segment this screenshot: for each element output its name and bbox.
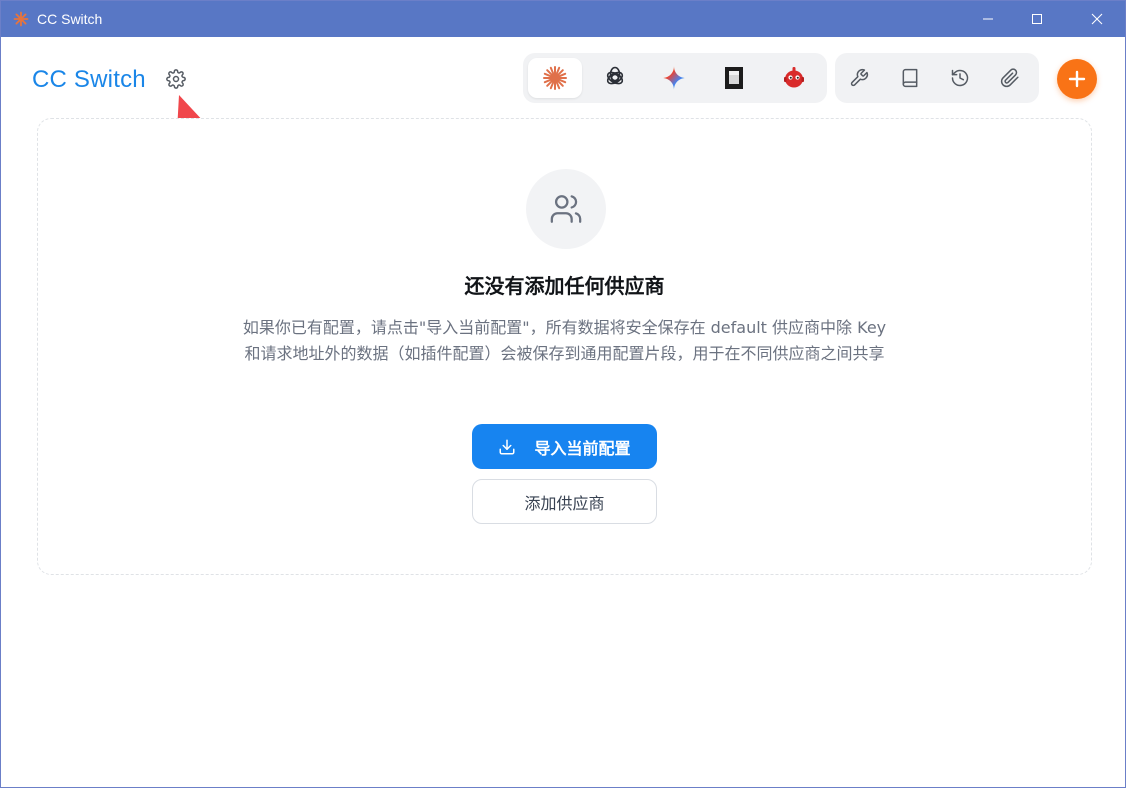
maximize-button[interactable] — [1014, 1, 1060, 37]
terminal-box-icon — [725, 67, 743, 89]
empty-state-description: 如果你已有配置，请点击"导入当前配置"，所有数据将安全保存在 default 供… — [242, 318, 887, 363]
red-robot-icon — [784, 67, 804, 88]
tools-group — [835, 53, 1039, 103]
add-provider-label: 添加供应商 — [524, 493, 605, 513]
plus-icon — [1068, 70, 1086, 88]
tab-robot[interactable] — [767, 58, 821, 98]
tab-gemini[interactable] — [647, 58, 701, 98]
close-button[interactable] — [1074, 1, 1120, 37]
window-title: CC Switch — [37, 11, 103, 27]
history-button[interactable] — [937, 58, 983, 98]
claude-sparkle-icon — [543, 66, 567, 90]
tab-claude[interactable] — [528, 58, 582, 98]
attach-button[interactable] — [987, 58, 1033, 98]
book-icon — [902, 68, 918, 88]
history-icon — [951, 69, 969, 87]
maximize-icon — [1032, 14, 1042, 24]
add-provider-fab[interactable] — [1057, 59, 1097, 99]
close-icon — [1091, 13, 1103, 25]
app-window: CC Switch CC Switch 还没有添加任何供应商 如果你已有配置，请… — [0, 0, 1126, 788]
download-icon — [499, 439, 515, 454]
wrench-icon — [850, 68, 869, 87]
tab-terminal[interactable] — [707, 58, 761, 98]
app-brand: CC Switch — [32, 66, 146, 93]
add-provider-button[interactable]: 添加供应商 — [472, 479, 657, 524]
app-switcher — [523, 53, 827, 103]
gear-icon — [166, 69, 186, 89]
empty-state-icon-circle — [526, 169, 606, 249]
import-config-label: 导入当前配置 — [534, 438, 631, 458]
empty-state-title: 还没有添加任何供应商 — [464, 274, 665, 298]
tools-button[interactable] — [836, 58, 882, 98]
settings-button[interactable] — [163, 66, 189, 92]
minimize-button[interactable] — [965, 1, 1011, 37]
import-config-button[interactable]: 导入当前配置 — [472, 424, 657, 469]
app-logo-icon — [13, 11, 29, 27]
openai-knot-icon — [606, 66, 624, 85]
docs-button[interactable] — [887, 58, 933, 98]
tab-openai[interactable] — [588, 58, 642, 98]
users-icon — [550, 195, 582, 223]
title-bar[interactable]: CC Switch — [1, 1, 1125, 37]
empty-state-card: 还没有添加任何供应商 如果你已有配置，请点击"导入当前配置"，所有数据将安全保存… — [37, 118, 1092, 575]
minimize-icon — [983, 18, 993, 20]
gemini-star-icon — [662, 66, 686, 90]
paperclip-icon — [1000, 68, 1019, 88]
